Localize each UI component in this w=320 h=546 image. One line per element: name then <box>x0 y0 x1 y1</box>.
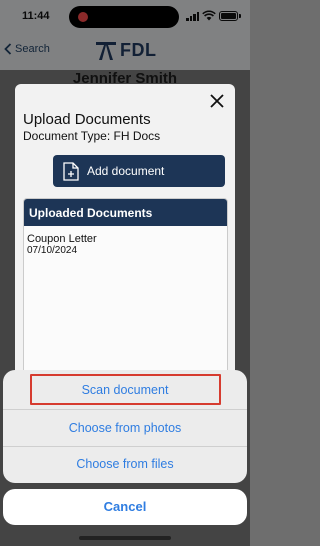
cancel-button[interactable]: Cancel <box>3 489 247 525</box>
action-sheet: Scan document Choose from photos Choose … <box>3 370 247 483</box>
upload-documents-modal: Upload Documents Document Type: FH Docs … <box>15 84 235 384</box>
file-add-icon <box>63 161 79 181</box>
home-indicator[interactable] <box>79 536 171 540</box>
choose-from-photos-option[interactable]: Choose from photos <box>3 410 247 447</box>
document-type-label: Document Type: FH Docs <box>23 129 161 143</box>
close-icon[interactable] <box>208 92 226 110</box>
add-document-label: Add document <box>87 164 165 178</box>
modal-title: Upload Documents <box>23 111 151 128</box>
uploaded-documents-header: Uploaded Documents <box>24 199 227 226</box>
add-document-button[interactable]: Add document <box>53 155 225 187</box>
uploaded-documents-panel: Uploaded Documents Coupon Letter 07/10/2… <box>23 198 228 384</box>
document-date: 07/10/2024 <box>27 245 78 256</box>
choose-from-files-option[interactable]: Choose from files <box>3 446 247 483</box>
document-name[interactable]: Coupon Letter <box>27 233 97 245</box>
highlight-box <box>30 374 221 405</box>
